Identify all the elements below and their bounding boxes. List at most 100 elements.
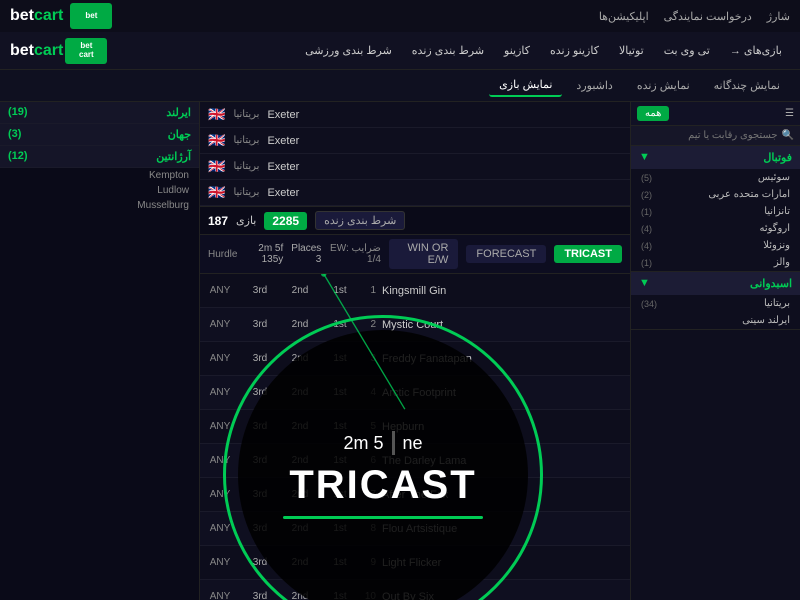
sidebar-item-britain[interactable]: بریتانیا (34)	[631, 295, 800, 312]
item-count: (2)	[641, 190, 652, 200]
second-cell[interactable]: 2nd	[280, 521, 320, 536]
nav-casino-live[interactable]: کازینو زنده	[542, 40, 607, 61]
item-count: (1)	[641, 207, 652, 217]
section-football-label: فوتبال	[763, 151, 792, 164]
live-bet-button[interactable]: شرط بندی زنده	[315, 211, 405, 230]
third-cell[interactable]: 3rd	[240, 589, 280, 600]
third-cell[interactable]: 3rd	[240, 453, 280, 468]
any-cell[interactable]: ANY	[200, 419, 240, 434]
third-cell[interactable]: 3rd	[240, 419, 280, 434]
any-cell[interactable]: ANY	[200, 453, 240, 468]
first-cell[interactable]: 1st	[320, 317, 360, 332]
third-cell[interactable]: 3rd	[240, 351, 280, 366]
subnav-dashboard[interactable]: داشبورد	[566, 75, 622, 96]
main-nav: بازی‌های → تی وی بت توتیالا کازینو زنده …	[0, 32, 800, 70]
table-row: ANY 3rd 2nd 1st Flou Artsistique 8	[200, 512, 630, 546]
subnav-live[interactable]: نمایش زنده	[627, 75, 700, 96]
item-label: ایرلند سینی	[742, 315, 790, 326]
sidebar-item-swiss[interactable]: سوئیس (5)	[631, 169, 800, 186]
horse-name-2: Mystic Court 2	[360, 319, 630, 331]
first-cell[interactable]: 1st	[320, 385, 360, 400]
sidebar-all-tab[interactable]: همه	[637, 106, 669, 121]
item-count: (4)	[641, 241, 652, 251]
third-cell[interactable]: 3rd	[240, 521, 280, 536]
first-cell[interactable]: 1st	[320, 453, 360, 468]
top-agency[interactable]: درخواست نمایندگی	[664, 10, 752, 23]
first-cell[interactable]: 1st	[320, 487, 360, 502]
subnav-game[interactable]: نمایش بازی	[489, 74, 562, 97]
flag-icon-4: 🇬🇧	[208, 184, 225, 201]
table-row: ANY 3rd 2nd 1st The Darley Lama 6	[200, 444, 630, 478]
sidebar-item-uruguay[interactable]: اروگوئه (4)	[631, 220, 800, 237]
race-country-1: بریتانیا	[233, 109, 259, 120]
top-bar-right: شارژ درخواست نمایندگی اپلیکیشن‌ها	[599, 10, 790, 23]
nav-games[interactable]: بازی‌های →	[722, 40, 790, 61]
nav-bet-live[interactable]: شرط بندی زنده	[404, 40, 492, 61]
ri-section-title-world[interactable]: جهان (3)	[0, 124, 199, 145]
section-title-racing[interactable]: اسبدوانی ▼	[631, 272, 800, 295]
first-cell[interactable]: 1st	[320, 283, 360, 298]
races-top: Exeter بریتانیا 🇬🇧 Exeter بریتانیا 🇬🇧 Ex…	[200, 102, 630, 207]
horse-name-1: Kingsmill Gin 1	[360, 285, 630, 297]
second-cell[interactable]: 2nd	[280, 487, 320, 502]
third-cell[interactable]: 3rd	[240, 385, 280, 400]
win-ew-tab-button[interactable]: WIN OR E/W	[389, 239, 459, 269]
nav-sport[interactable]: شرط بندی ورزشی	[297, 40, 400, 61]
second-cell[interactable]: 2nd	[280, 453, 320, 468]
second-cell[interactable]: 2nd	[280, 317, 320, 332]
second-cell[interactable]: 2nd	[280, 555, 320, 570]
sidebar-item-ireland-sini[interactable]: ایرلند سینی	[631, 312, 800, 329]
third-cell[interactable]: 3rd	[240, 283, 280, 298]
forecast-tab-button[interactable]: FORECAST	[466, 245, 546, 263]
bet-grid-area: ybetcart ybetcart ANY 3rd 2nd 1st Kingsm…	[200, 274, 630, 600]
top-app[interactable]: اپلیکیشن‌ها	[599, 10, 649, 23]
any-cell[interactable]: ANY	[200, 385, 240, 400]
sidebar-item-tanzania[interactable]: تانزانیا (1)	[631, 203, 800, 220]
ri-section-title-ireland[interactable]: ایرلند (19)	[0, 102, 199, 123]
nav-tvbet[interactable]: تی وی بت	[656, 40, 718, 61]
second-cell[interactable]: 2nd	[280, 283, 320, 298]
nav-logo: betcart betcart	[10, 38, 107, 64]
subnav-multi[interactable]: نمایش چندگانه	[704, 75, 790, 96]
any-cell[interactable]: ANY	[200, 351, 240, 366]
third-cell[interactable]: 3rd	[240, 487, 280, 502]
sidebar-search-box[interactable]: 🔍	[631, 126, 800, 146]
race-row-3: Exeter بریتانیا 🇬🇧	[200, 154, 630, 180]
nav-logo-box: betcart	[65, 38, 107, 64]
any-cell[interactable]: ANY	[200, 555, 240, 570]
tricast-tab-button[interactable]: TRICAST	[554, 245, 622, 263]
horse-name-10: Out By Six 10	[360, 591, 630, 600]
section-title-football[interactable]: فوتبال ▼	[631, 146, 800, 169]
venue-kempton[interactable]: Kempton	[0, 168, 199, 183]
nav-casino[interactable]: کازینو	[496, 40, 538, 61]
section-count: (3)	[8, 128, 21, 141]
sidebar-item-wales[interactable]: والز (1)	[631, 254, 800, 271]
top-charge[interactable]: شارژ	[767, 10, 790, 23]
first-cell[interactable]: 1st	[320, 351, 360, 366]
any-cell[interactable]: ANY	[200, 283, 240, 298]
places-label: Places 3	[291, 243, 321, 265]
third-cell[interactable]: 3rd	[240, 555, 280, 570]
search-input[interactable]	[637, 130, 778, 141]
any-cell[interactable]: ANY	[200, 487, 240, 502]
sidebar-item-venezuela[interactable]: ونزوئلا (4)	[631, 237, 800, 254]
second-cell[interactable]: 2nd	[280, 589, 320, 600]
nav-totiala[interactable]: توتیالا	[611, 40, 652, 61]
sidebar-item-uae[interactable]: امارات متحده عربی (2)	[631, 186, 800, 203]
any-cell[interactable]: ANY	[200, 589, 240, 600]
logo-cart: cart	[34, 7, 63, 24]
any-cell[interactable]: ANY	[200, 317, 240, 332]
third-cell[interactable]: 3rd	[240, 317, 280, 332]
second-cell[interactable]: 2nd	[280, 351, 320, 366]
second-cell[interactable]: 2nd	[280, 419, 320, 434]
first-cell[interactable]: 1st	[320, 419, 360, 434]
second-cell[interactable]: 2nd	[280, 385, 320, 400]
any-cell[interactable]: ANY	[200, 521, 240, 536]
first-cell[interactable]: 1st	[320, 521, 360, 536]
venue-ludlow[interactable]: Ludlow	[0, 183, 199, 198]
ri-section-title-argentina[interactable]: آرژانتین (12)	[0, 146, 199, 167]
first-cell[interactable]: 1st	[320, 555, 360, 570]
first-cell[interactable]: 1st	[320, 589, 360, 600]
race-venue-4: Exeter	[267, 187, 299, 199]
venue-musselburg[interactable]: Musselburg	[0, 198, 199, 213]
